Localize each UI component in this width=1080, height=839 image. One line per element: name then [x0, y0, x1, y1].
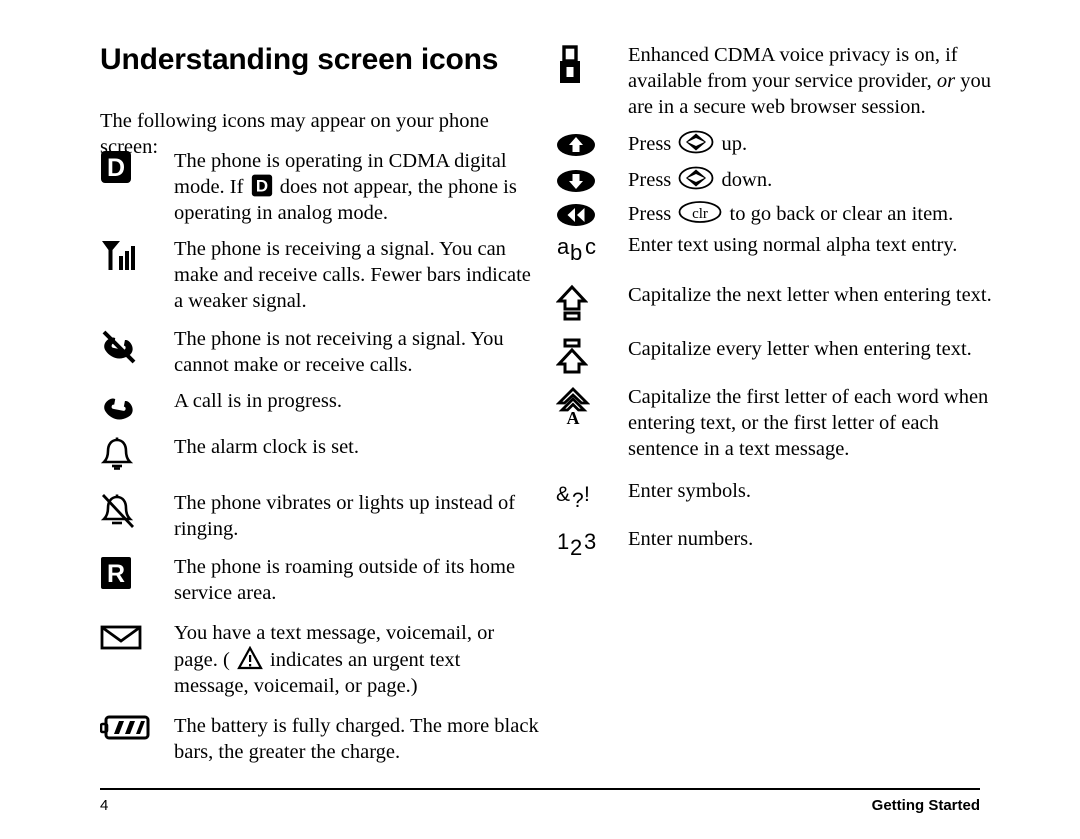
word-caps-icon: A — [556, 384, 628, 426]
footer-divider — [100, 788, 980, 790]
list-item: You have a text message, voicemail, or p… — [100, 620, 540, 699]
list-item: & ? ! Enter symbols. — [556, 478, 996, 510]
list-item-description: Press clr to go back or clear an item. — [628, 200, 996, 227]
nav-key-icon — [678, 130, 714, 154]
svg-text:D: D — [255, 177, 267, 196]
urgent-warning-icon — [237, 646, 263, 670]
cdma-digital-mode-icon: D — [100, 148, 174, 184]
svg-text:&: & — [556, 483, 570, 506]
list-item: Press clr to go back or clear an item. — [556, 200, 996, 228]
list-item: Press up. — [556, 130, 996, 158]
desc-text-a: Press — [628, 169, 677, 191]
running-head: Getting Started — [871, 797, 980, 814]
caps-lock-icon — [556, 336, 628, 376]
svg-text:3: 3 — [584, 529, 596, 554]
list-item-description: The phone is receiving a signal. You can… — [174, 238, 531, 312]
vibrate-icon — [100, 490, 174, 530]
list-item-description: Capitalize the next letter when entering… — [628, 284, 992, 306]
svg-text:D: D — [107, 154, 125, 182]
svg-text:c: c — [585, 234, 596, 259]
list-item-description: Enter text using normal alpha text entry… — [628, 234, 958, 256]
signal-strength-icon — [100, 236, 174, 274]
desc-text-a: Press — [628, 133, 677, 155]
svg-text:2: 2 — [570, 535, 582, 558]
shift-next-letter-icon — [556, 282, 628, 322]
desc-text-b: up. — [716, 133, 748, 155]
nav-down-icon — [556, 166, 628, 194]
svg-text:R: R — [107, 560, 125, 588]
list-item: The battery is fully charged. The more b… — [100, 713, 540, 765]
page-number: 4 — [100, 797, 109, 814]
list-item: a b c Enter text using normal alpha text… — [556, 232, 996, 264]
list-item-description: Enhanced CDMA voice privacy is on, if av… — [628, 42, 996, 120]
list-item-description: The phone is roaming outside of its home… — [174, 556, 516, 604]
cdma-digital-mode-icon-inline: D — [251, 174, 273, 197]
numbers-entry-icon: 1 2 3 — [556, 526, 628, 558]
list-item-description: Enter numbers. — [628, 528, 754, 550]
list-item: R The phone is roaming outside of its ho… — [100, 554, 540, 606]
svg-text:A: A — [567, 408, 580, 426]
nav-back-icon — [556, 200, 628, 228]
desc-text-a: Press — [628, 203, 677, 225]
list-item-description: A call is in progress. — [174, 390, 342, 412]
list-item: Press down. — [556, 166, 996, 194]
roaming-icon: R — [100, 554, 174, 590]
desc-text-italic: or — [936, 70, 956, 92]
svg-text:clr: clr — [693, 206, 709, 222]
list-item-description: Capitalize every letter when entering te… — [628, 338, 972, 360]
left-icon-list: D The phone is operating in CDMA digital… — [100, 148, 540, 769]
page-footer: 4 Getting Started — [100, 797, 980, 814]
nav-up-icon — [556, 130, 628, 158]
secure-lock-icon — [556, 42, 628, 86]
desc-text-a: Enhanced CDMA voice privacy is on, if av… — [628, 44, 958, 92]
list-item: The phone vibrates or lights up instead … — [100, 490, 540, 542]
list-item: Capitalize every letter when entering te… — [556, 336, 996, 376]
list-item: The phone is receiving a signal. You can… — [100, 236, 540, 314]
list-item: The phone is not receiving a signal. You… — [100, 326, 540, 378]
manual-page: Understanding screen icons The following… — [0, 0, 1080, 839]
list-item-description: The phone is operating in CDMA digital m… — [174, 148, 540, 226]
desc-text-b: down. — [716, 169, 773, 191]
list-item: A call is in progress. — [100, 388, 540, 426]
svg-text:?: ? — [572, 489, 584, 510]
clr-key-icon: clr — [678, 200, 722, 224]
svg-text:a: a — [557, 234, 570, 259]
list-item-description: The phone vibrates or lights up instead … — [174, 492, 516, 540]
list-item-description: The phone is not receiving a signal. You… — [174, 328, 504, 376]
alpha-text-entry-icon: a b c — [556, 232, 628, 264]
list-item-description: You have a text message, voicemail, or p… — [174, 620, 540, 699]
svg-text:!: ! — [584, 483, 590, 506]
svg-text:1: 1 — [557, 529, 569, 554]
list-item: 1 2 3 Enter numbers. — [556, 526, 996, 558]
list-item-description: Capitalize the first letter of each word… — [628, 386, 989, 460]
list-item: Enhanced CDMA voice privacy is on, if av… — [556, 42, 996, 120]
symbols-entry-icon: & ? ! — [556, 478, 628, 510]
battery-full-icon — [100, 713, 174, 741]
list-item: D The phone is operating in CDMA digital… — [100, 148, 540, 226]
svg-text:b: b — [570, 240, 582, 264]
list-item: A Capitalize the first letter of each wo… — [556, 384, 996, 462]
nav-key-icon — [678, 166, 714, 190]
alarm-clock-icon — [100, 434, 174, 472]
desc-text-b: to go back or clear an item. — [724, 203, 954, 225]
list-item-description: The battery is fully charged. The more b… — [174, 715, 539, 763]
message-envelope-icon — [100, 620, 174, 652]
page-title: Understanding screen icons — [100, 43, 499, 76]
right-icon-list: Enhanced CDMA voice privacy is on, if av… — [556, 42, 996, 562]
list-item-description: Enter symbols. — [628, 480, 751, 502]
list-item-description: Press down. — [628, 166, 996, 193]
no-signal-icon — [100, 326, 174, 366]
list-item: Capitalize the next letter when entering… — [556, 282, 996, 322]
list-item-description: Press up. — [628, 130, 996, 157]
list-item-description: The alarm clock is set. — [174, 436, 360, 458]
list-item: The alarm clock is set. — [100, 434, 540, 472]
call-in-progress-icon — [100, 388, 174, 426]
